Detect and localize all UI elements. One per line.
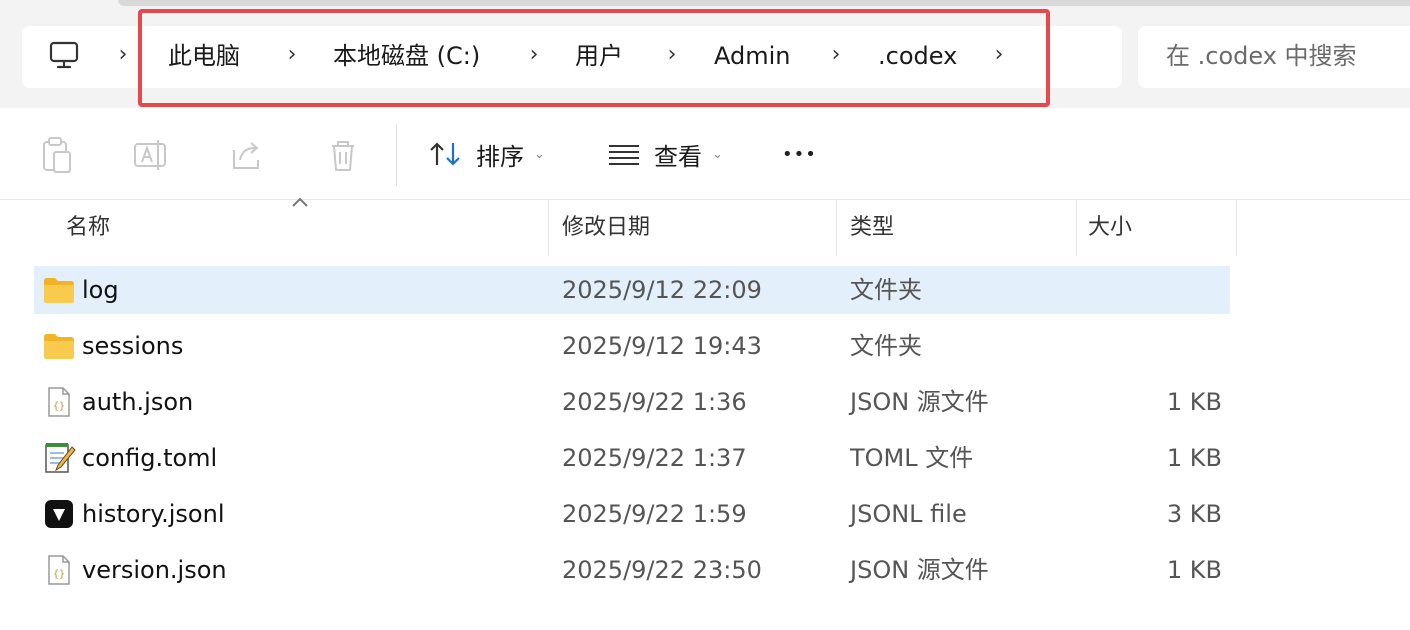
- json-file-icon: {}: [42, 385, 76, 419]
- file-size: 1 KB: [1166, 388, 1222, 416]
- delete-icon[interactable]: [324, 134, 362, 176]
- column-divider[interactable]: [1236, 200, 1237, 256]
- view-button[interactable]: 查看 ⌄: [606, 130, 723, 178]
- breadcrumb-chevron-icon[interactable]: ›: [527, 40, 541, 70]
- file-type: 文件夹: [850, 276, 922, 304]
- file-modified-date: 2025/9/22 23:50: [562, 556, 762, 584]
- file-type: JSON 源文件: [850, 388, 989, 416]
- column-header-type[interactable]: 类型: [850, 210, 894, 246]
- file-modified-date: 2025/9/22 1:59: [562, 500, 747, 528]
- breadcrumb-item-users[interactable]: 用户: [575, 38, 623, 74]
- sort-ascending-icon: [292, 197, 308, 207]
- tab-strip-edge: [118, 0, 1410, 6]
- file-modified-date: 2025/9/12 22:09: [562, 276, 762, 304]
- column-header-row: [0, 200, 1410, 256]
- breadcrumb-chevron-icon[interactable]: ›: [665, 40, 679, 70]
- file-size: 1 KB: [1166, 444, 1222, 472]
- column-header-name[interactable]: 名称: [66, 210, 110, 246]
- chevron-down-icon: ⌄: [712, 146, 723, 162]
- breadcrumb-item-local-disk[interactable]: 本地磁盘 (C:): [333, 38, 480, 74]
- file-size: [1102, 262, 1222, 318]
- more-options-button[interactable]: •••: [782, 130, 817, 178]
- breadcrumb-chevron-icon[interactable]: ›: [992, 40, 1006, 70]
- chevron-down-icon: ⌄: [534, 146, 545, 162]
- file-size: 1 KB: [1166, 556, 1222, 584]
- breadcrumb-item-this-pc[interactable]: 此电脑: [168, 38, 240, 74]
- file-type: TOML 文件: [850, 444, 974, 472]
- more-icon: •••: [782, 143, 817, 165]
- file-name: auth.json: [82, 388, 194, 416]
- breadcrumb-item-admin[interactable]: Admin: [714, 38, 791, 74]
- column-header-size[interactable]: 大小: [1088, 210, 1132, 246]
- view-list-icon: [609, 145, 639, 165]
- file-name: version.json: [82, 556, 227, 584]
- svg-text:{}: {}: [53, 401, 65, 412]
- toolbar-divider: [396, 124, 397, 186]
- file-modified-date: 2025/9/22 1:36: [562, 388, 747, 416]
- sort-label: 排序: [476, 142, 524, 171]
- breadcrumb-chevron-icon[interactable]: ›: [829, 40, 843, 70]
- search-placeholder[interactable]: 在 .codex 中搜索: [1166, 38, 1357, 74]
- column-divider[interactable]: [1076, 200, 1077, 256]
- file-type: JSONL file: [850, 500, 967, 528]
- breadcrumb-item-codex[interactable]: .codex: [878, 38, 957, 74]
- this-pc-icon[interactable]: [48, 40, 80, 70]
- file-size: [1102, 318, 1222, 374]
- file-type: 文件夹: [850, 332, 922, 360]
- breadcrumb-chevron-icon[interactable]: ›: [285, 40, 299, 70]
- sort-arrows-icon: [430, 142, 460, 166]
- notepad-file-icon: [42, 441, 76, 475]
- folder-icon: [42, 273, 76, 307]
- file-name: log: [82, 276, 119, 304]
- file-name: config.toml: [82, 444, 218, 472]
- file-type: JSON 源文件: [850, 556, 989, 584]
- file-modified-date: 2025/9/22 1:37: [562, 444, 747, 472]
- sort-button[interactable]: 排序 ⌄: [428, 130, 545, 178]
- breadcrumb-chevron-icon[interactable]: ›: [116, 40, 130, 70]
- rename-icon[interactable]: [132, 134, 170, 176]
- app-file-icon: [42, 497, 76, 531]
- column-divider[interactable]: [548, 200, 549, 256]
- column-header-modified[interactable]: 修改日期: [562, 210, 650, 246]
- file-name: sessions: [82, 332, 184, 360]
- column-divider[interactable]: [836, 200, 837, 256]
- svg-text:{}: {}: [53, 569, 65, 580]
- file-size: 3 KB: [1166, 500, 1222, 528]
- json-file-icon: {}: [42, 553, 76, 587]
- view-label: 查看: [654, 142, 702, 171]
- file-modified-date: 2025/9/12 19:43: [562, 332, 762, 360]
- file-name: history.jsonl: [82, 500, 225, 528]
- share-icon[interactable]: [228, 134, 266, 176]
- folder-icon: [42, 329, 76, 363]
- paste-icon[interactable]: [38, 134, 76, 176]
